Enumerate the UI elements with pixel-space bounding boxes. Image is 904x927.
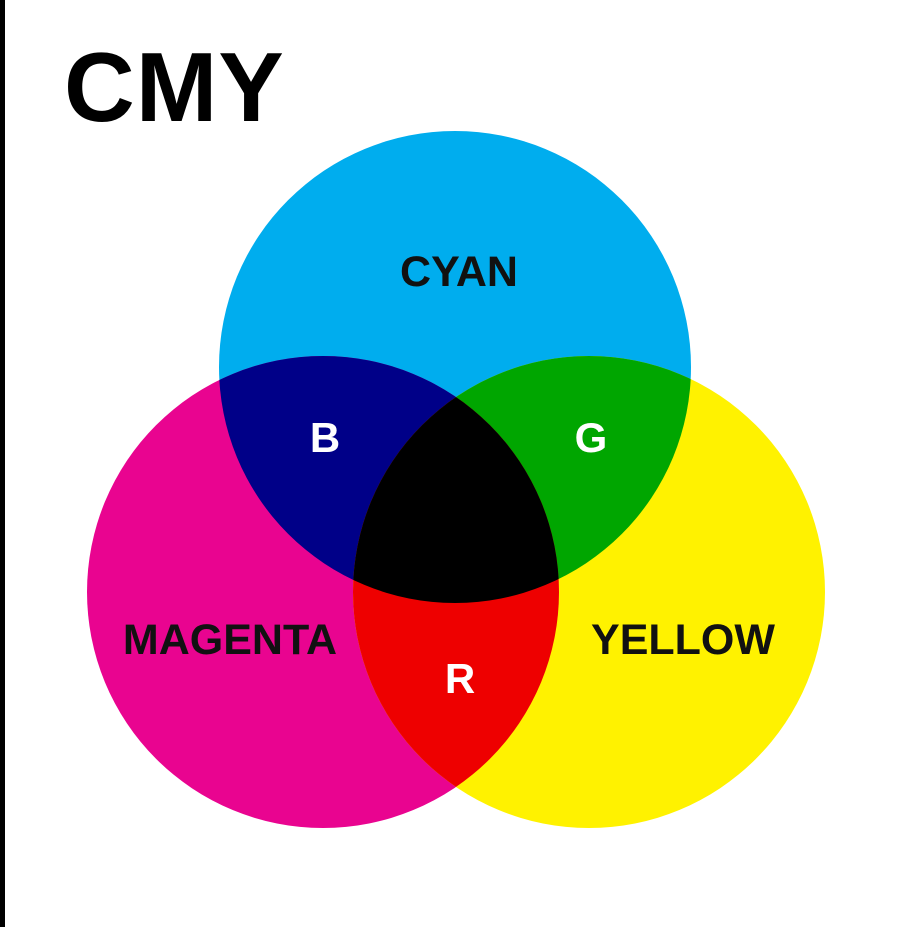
yellow-label: YELLOW <box>591 616 775 664</box>
blue-overlap-label: B <box>310 414 340 461</box>
cyan-label: CYAN <box>400 248 518 296</box>
green-overlap-label: G <box>575 414 608 461</box>
magenta-label: MAGENTA <box>123 616 337 664</box>
red-overlap-label: R <box>445 655 475 702</box>
cmy-venn-diagram: CYAN MAGENTA YELLOW B G R <box>87 131 825 828</box>
